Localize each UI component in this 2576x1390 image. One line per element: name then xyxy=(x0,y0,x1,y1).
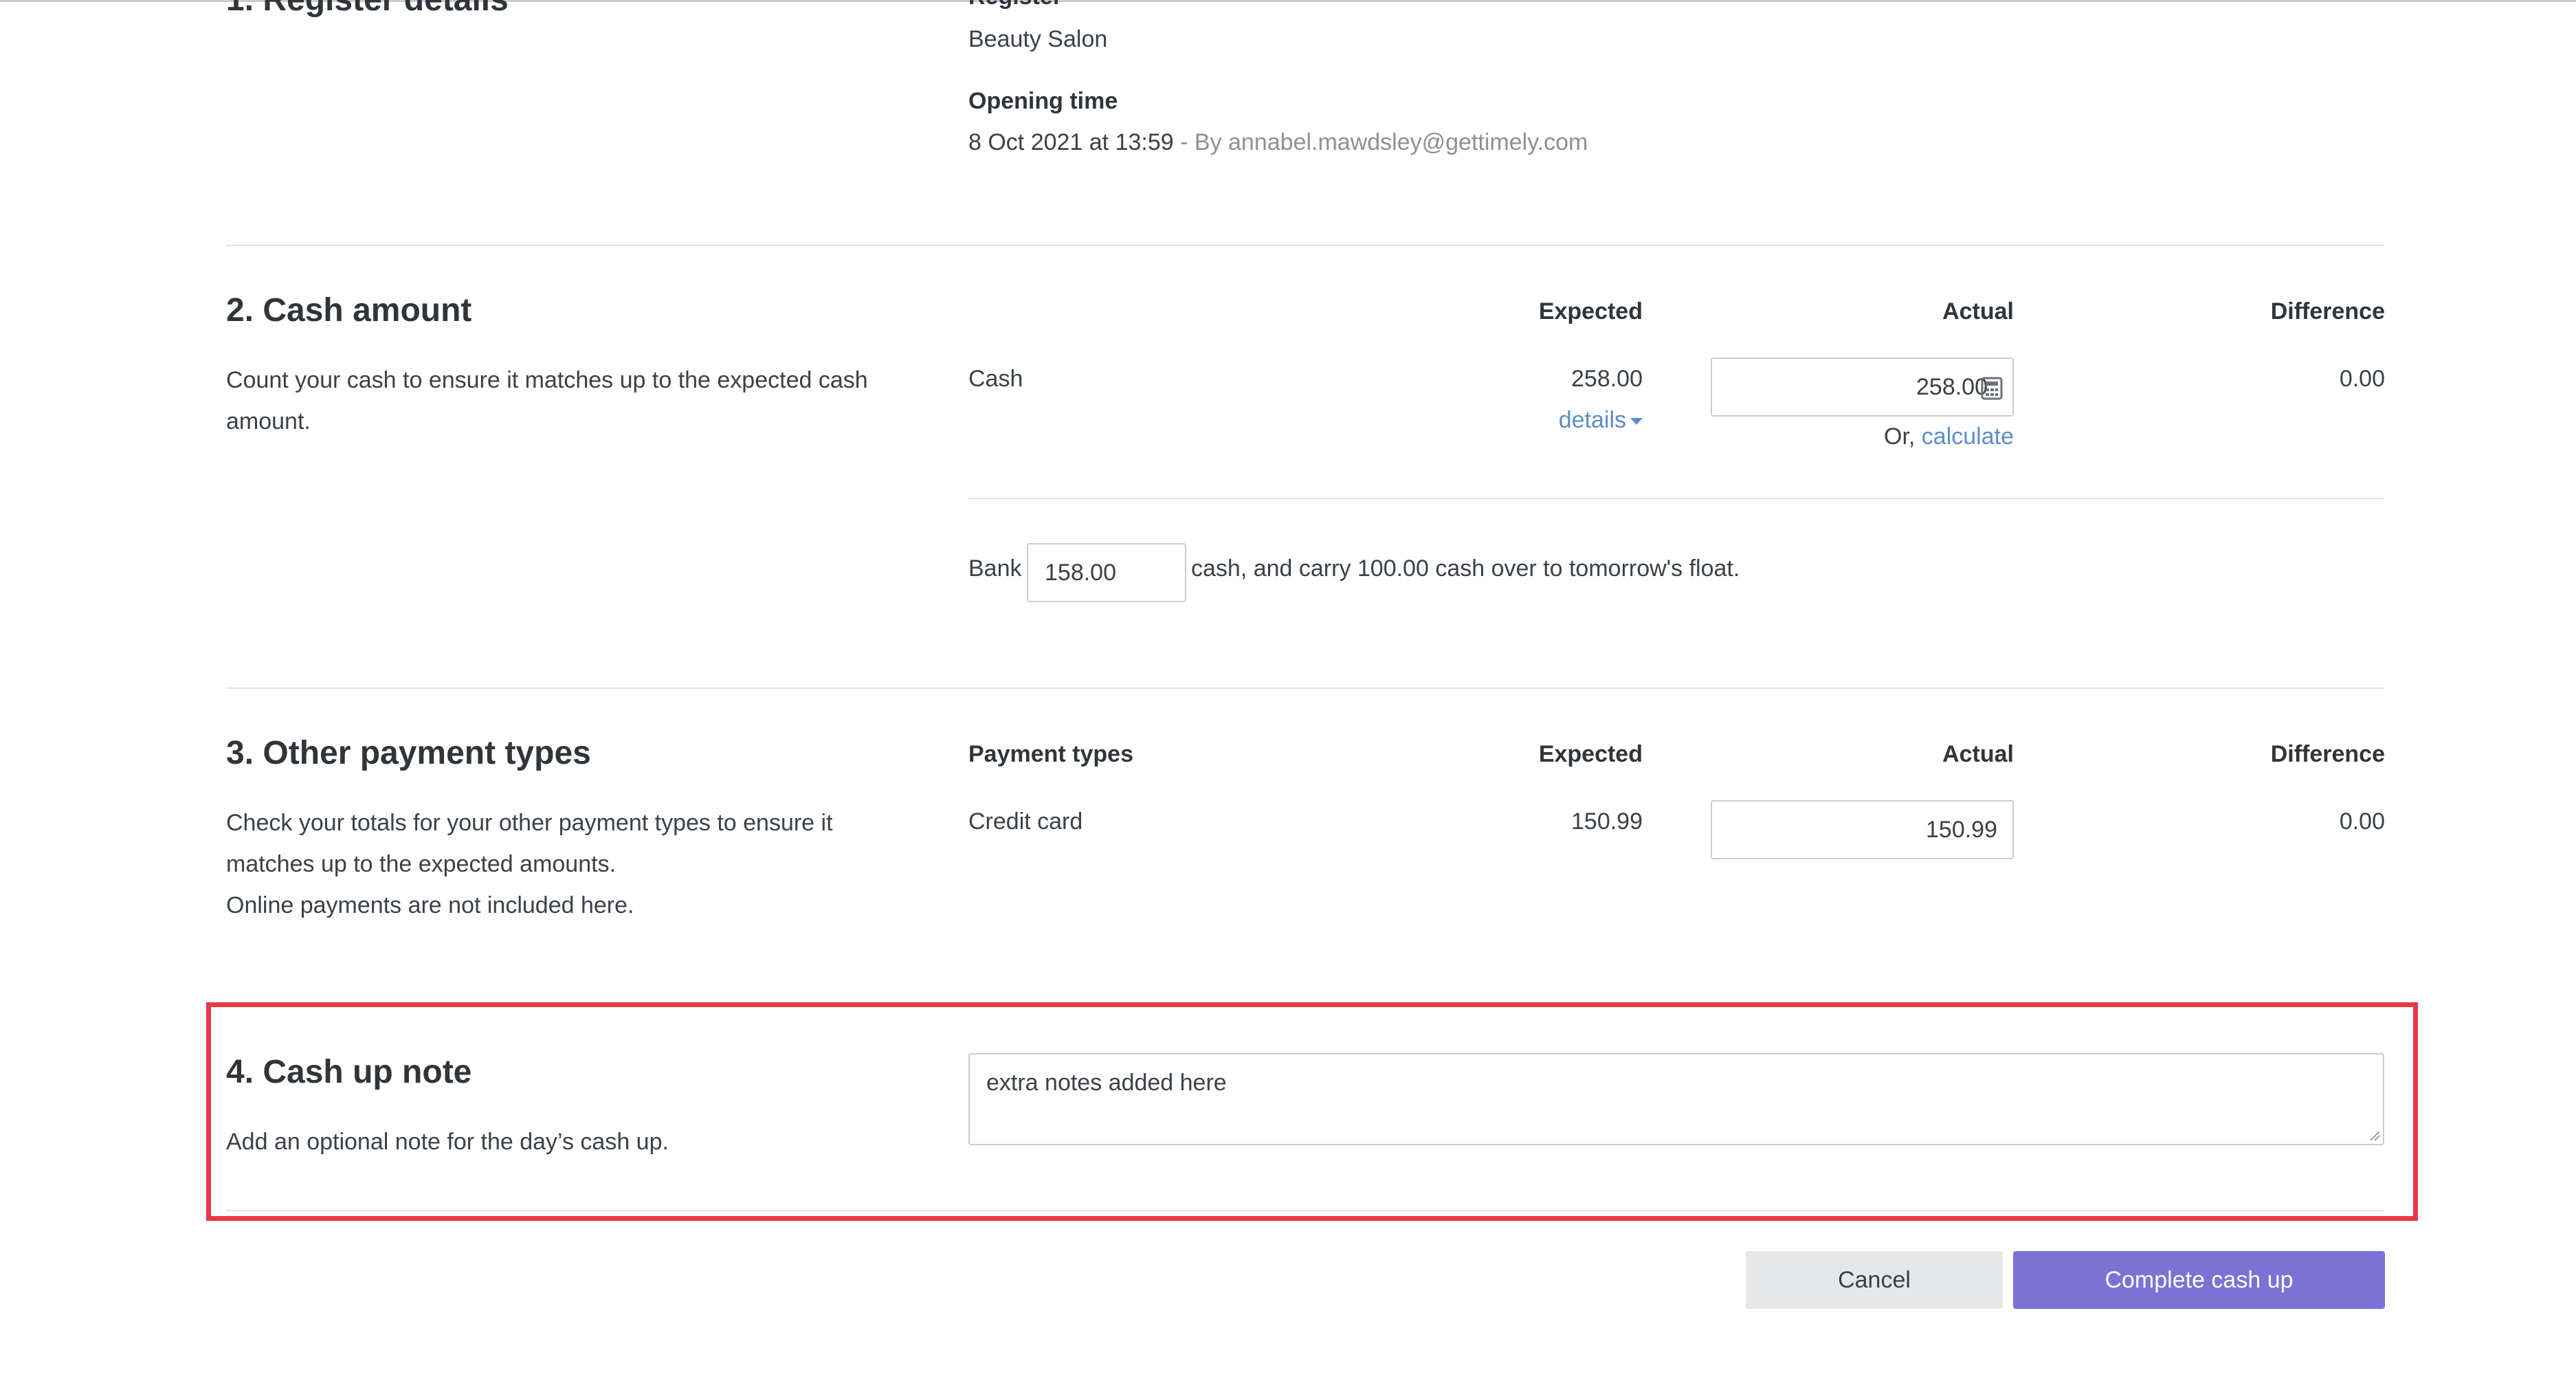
carry-over-text: cash, and carry 100.00 cash over to tomo… xyxy=(1191,555,1740,582)
cash-description-line1: Count your cash to ensure it matches up … xyxy=(226,367,868,393)
calculate-row: Or, calculate xyxy=(1773,423,2014,450)
cash-col-difference: Difference xyxy=(2270,298,2385,324)
divider xyxy=(226,1210,2384,1211)
cash-col-expected: Expected xyxy=(1538,298,1643,324)
other-description-line2: matches up to the expected amounts. xyxy=(226,851,617,877)
register-label: Register xyxy=(968,0,1062,10)
cash-actual-input[interactable]: 258.00 xyxy=(1711,357,2014,417)
resize-handle-icon[interactable] xyxy=(2368,1129,2380,1141)
register-value: Beauty Salon xyxy=(968,26,1108,52)
other-col-actual: Actual xyxy=(1942,741,2014,767)
opening-time-label: Opening time xyxy=(968,88,1118,114)
cash-col-actual: Actual xyxy=(1942,298,2014,324)
divider xyxy=(968,498,2384,499)
bank-amount-input[interactable]: 158.00 xyxy=(1027,543,1186,602)
cash-expected-value: 258.00 xyxy=(1571,366,1643,392)
other-col-difference: Difference xyxy=(2270,741,2385,767)
opening-time-user: - By annabel.mawdsley@gettimely.com xyxy=(1180,129,1588,155)
divider xyxy=(226,245,2384,246)
opening-time-value: 8 Oct 2021 at 13:59 xyxy=(968,129,1174,155)
details-dropdown[interactable]: details xyxy=(1443,407,1643,434)
bank-amount-value: 158.00 xyxy=(1045,560,1116,586)
credit-card-difference: 0.00 xyxy=(2339,808,2385,835)
bank-label: Bank xyxy=(968,555,1022,582)
section-title-register-details: 1. Register details xyxy=(226,0,509,19)
credit-card-actual-value: 150.99 xyxy=(1926,817,1997,843)
credit-card-expected: 150.99 xyxy=(1571,808,1643,835)
caret-down-icon xyxy=(1630,418,1643,426)
complete-cash-up-button[interactable]: Complete cash up xyxy=(2013,1251,2385,1309)
calculate-link[interactable]: calculate xyxy=(1922,423,2014,450)
credit-card-label: Credit card xyxy=(968,808,1083,835)
cancel-button[interactable]: Cancel xyxy=(1746,1251,2003,1309)
cash-up-note-textarea[interactable]: extra notes added here xyxy=(968,1053,2384,1145)
other-col-expected: Expected xyxy=(1538,741,1643,767)
section-title-other-payment-types: 3. Other payment types xyxy=(226,735,591,771)
cash-up-note-value: extra notes added here xyxy=(986,1070,1227,1096)
section-title-cash-amount: 2. Cash amount xyxy=(226,292,472,329)
calculator-icon[interactable] xyxy=(1981,377,2003,400)
or-text: Or, xyxy=(1884,423,1916,450)
credit-card-actual-input[interactable]: 150.99 xyxy=(1711,800,2014,859)
cash-up-note-description: Add an optional note for the day’s cash … xyxy=(226,1129,669,1155)
cash-actual-value: 258.00 xyxy=(1916,374,1988,400)
opening-time: 8 Oct 2021 at 13:59 - By annabel.mawdsle… xyxy=(968,129,1588,156)
other-description-line3: Online payments are not included here. xyxy=(226,892,634,918)
divider xyxy=(226,687,2384,689)
cash-row-label: Cash xyxy=(968,366,1023,392)
details-link[interactable]: details xyxy=(1559,407,1626,433)
other-col-payment-types: Payment types xyxy=(968,741,1133,767)
cash-difference-value: 0.00 xyxy=(2339,366,2385,392)
other-description-line1: Check your totals for your other payment… xyxy=(226,810,833,836)
section-title-cash-up-note: 4. Cash up note xyxy=(226,1054,472,1090)
cash-description-line2: amount. xyxy=(226,408,311,434)
